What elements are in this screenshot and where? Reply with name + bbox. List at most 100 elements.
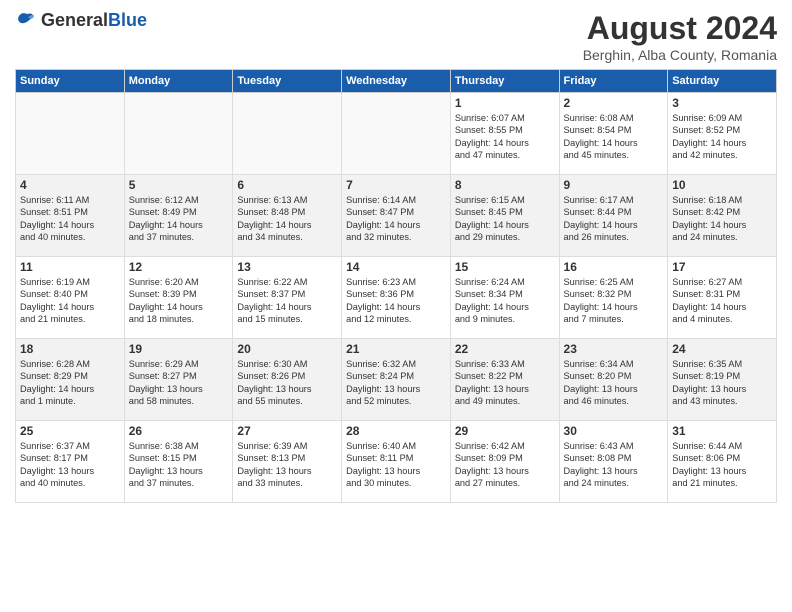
day-number: 17 bbox=[672, 260, 772, 274]
calendar-cell: 30 Sunrise: 6:43 AMSunset: 8:08 PMDayligh… bbox=[559, 421, 668, 503]
calendar-cell: 25 Sunrise: 6:37 AMSunset: 8:17 PMDayligh… bbox=[16, 421, 125, 503]
week-row-4: 18 Sunrise: 6:28 AMSunset: 8:29 PMDayligh… bbox=[16, 339, 777, 421]
day-info: Sunrise: 6:29 AMSunset: 8:27 PMDaylight:… bbox=[129, 358, 229, 408]
day-number: 30 bbox=[564, 424, 664, 438]
day-number: 12 bbox=[129, 260, 229, 274]
calendar-cell: 2Sunrise: 6:08 AMSunset: 8:54 PMDaylight… bbox=[559, 93, 668, 175]
logo-text: General Blue bbox=[41, 11, 147, 31]
calendar-cell: 19Sunrise: 6:29 AMSunset: 8:27 PMDayligh… bbox=[124, 339, 233, 421]
logo-blue: Blue bbox=[108, 11, 147, 31]
week-row-2: 4 Sunrise: 6:11 AMSunset: 8:51 PMDaylight… bbox=[16, 175, 777, 257]
day-number: 1 bbox=[455, 96, 555, 110]
calendar-cell bbox=[342, 93, 451, 175]
month-title: August 2024 bbox=[583, 10, 777, 47]
week-row-5: 25 Sunrise: 6:37 AMSunset: 8:17 PMDayligh… bbox=[16, 421, 777, 503]
calendar-cell: 24 Sunrise: 6:35 AMSunset: 8:19 PMDayligh… bbox=[668, 339, 777, 421]
calendar-cell: 23 Sunrise: 6:34 AMSunset: 8:20 PMDayligh… bbox=[559, 339, 668, 421]
day-number: 29 bbox=[455, 424, 555, 438]
header: General Blue August 2024 Berghin, Alba C… bbox=[15, 10, 777, 63]
calendar-cell: 5 Sunrise: 6:12 AMSunset: 8:49 PMDaylight… bbox=[124, 175, 233, 257]
page-container: General Blue August 2024 Berghin, Alba C… bbox=[0, 0, 792, 511]
calendar-cell: 16 Sunrise: 6:25 AMSunset: 8:32 PMDayligh… bbox=[559, 257, 668, 339]
calendar-cell: 7 Sunrise: 6:14 AMSunset: 8:47 PMDaylight… bbox=[342, 175, 451, 257]
calendar-cell: 14Sunrise: 6:23 AMSunset: 8:36 PMDayligh… bbox=[342, 257, 451, 339]
day-info: Sunrise: 6:28 AMSunset: 8:29 PMDaylight:… bbox=[20, 358, 120, 408]
calendar-cell: 31 Sunrise: 6:44 AMSunset: 8:06 PMDayligh… bbox=[668, 421, 777, 503]
calendar-cell: 10Sunrise: 6:18 AMSunset: 8:42 PMDayligh… bbox=[668, 175, 777, 257]
calendar-cell: 11 Sunrise: 6:19 AMSunset: 8:40 PMDayligh… bbox=[16, 257, 125, 339]
day-info: Sunrise: 6:38 AMSunset: 8:15 PMDaylight:… bbox=[129, 440, 229, 490]
logo-bird-icon bbox=[15, 10, 37, 32]
day-info: Sunrise: 6:14 AMSunset: 8:47 PMDaylight:… bbox=[346, 194, 446, 244]
week-row-3: 11 Sunrise: 6:19 AMSunset: 8:40 PMDayligh… bbox=[16, 257, 777, 339]
day-number: 22 bbox=[455, 342, 555, 356]
calendar-cell bbox=[16, 93, 125, 175]
calendar-cell: 21 Sunrise: 6:32 AMSunset: 8:24 PMDayligh… bbox=[342, 339, 451, 421]
calendar-cell: 13Sunrise: 6:22 AMSunset: 8:37 PMDayligh… bbox=[233, 257, 342, 339]
day-info: Sunrise: 6:25 AMSunset: 8:32 PMDaylight:… bbox=[564, 276, 664, 326]
day-number: 4 bbox=[20, 178, 120, 192]
calendar-cell: 9Sunrise: 6:17 AMSunset: 8:44 PMDaylight… bbox=[559, 175, 668, 257]
day-info: Sunrise: 6:34 AMSunset: 8:20 PMDaylight:… bbox=[564, 358, 664, 408]
day-info: Sunrise: 6:42 AMSunset: 8:09 PMDaylight:… bbox=[455, 440, 555, 490]
day-number: 26 bbox=[129, 424, 229, 438]
day-info: Sunrise: 6:19 AMSunset: 8:40 PMDaylight:… bbox=[20, 276, 120, 326]
day-info: Sunrise: 6:43 AMSunset: 8:08 PMDaylight:… bbox=[564, 440, 664, 490]
col-header-friday: Friday bbox=[559, 70, 668, 93]
calendar-cell: 20Sunrise: 6:30 AMSunset: 8:26 PMDayligh… bbox=[233, 339, 342, 421]
day-number: 3 bbox=[672, 96, 772, 110]
location: Berghin, Alba County, Romania bbox=[583, 47, 777, 63]
day-number: 2 bbox=[564, 96, 664, 110]
day-number: 23 bbox=[564, 342, 664, 356]
calendar-cell: 18 Sunrise: 6:28 AMSunset: 8:29 PMDayligh… bbox=[16, 339, 125, 421]
col-header-sunday: Sunday bbox=[16, 70, 125, 93]
title-block: August 2024 Berghin, Alba County, Romani… bbox=[583, 10, 777, 63]
day-number: 20 bbox=[237, 342, 337, 356]
calendar-cell: 4 Sunrise: 6:11 AMSunset: 8:51 PMDaylight… bbox=[16, 175, 125, 257]
col-header-tuesday: Tuesday bbox=[233, 70, 342, 93]
calendar-cell bbox=[233, 93, 342, 175]
day-info: Sunrise: 6:33 AMSunset: 8:22 PMDaylight:… bbox=[455, 358, 555, 408]
col-header-thursday: Thursday bbox=[450, 70, 559, 93]
day-info: Sunrise: 6:18 AMSunset: 8:42 PMDaylight:… bbox=[672, 194, 772, 244]
day-info: Sunrise: 6:07 AMSunset: 8:55 PMDaylight:… bbox=[455, 112, 555, 162]
day-number: 31 bbox=[672, 424, 772, 438]
day-number: 28 bbox=[346, 424, 446, 438]
day-info: Sunrise: 6:35 AMSunset: 8:19 PMDaylight:… bbox=[672, 358, 772, 408]
day-info: Sunrise: 6:37 AMSunset: 8:17 PMDaylight:… bbox=[20, 440, 120, 490]
day-info: Sunrise: 6:12 AMSunset: 8:49 PMDaylight:… bbox=[129, 194, 229, 244]
calendar-table: SundayMondayTuesdayWednesdayThursdayFrid… bbox=[15, 69, 777, 503]
day-info: Sunrise: 6:44 AMSunset: 8:06 PMDaylight:… bbox=[672, 440, 772, 490]
day-info: Sunrise: 6:13 AMSunset: 8:48 PMDaylight:… bbox=[237, 194, 337, 244]
day-info: Sunrise: 6:15 AMSunset: 8:45 PMDaylight:… bbox=[455, 194, 555, 244]
day-number: 5 bbox=[129, 178, 229, 192]
calendar-cell: 28 Sunrise: 6:40 AMSunset: 8:11 PMDayligh… bbox=[342, 421, 451, 503]
day-number: 9 bbox=[564, 178, 664, 192]
day-info: Sunrise: 6:11 AMSunset: 8:51 PMDaylight:… bbox=[20, 194, 120, 244]
calendar-cell: 1 Sunrise: 6:07 AMSunset: 8:55 PMDaylight… bbox=[450, 93, 559, 175]
col-header-wednesday: Wednesday bbox=[342, 70, 451, 93]
calendar-cell: 15Sunrise: 6:24 AMSunset: 8:34 PMDayligh… bbox=[450, 257, 559, 339]
day-info: Sunrise: 6:20 AMSunset: 8:39 PMDaylight:… bbox=[129, 276, 229, 326]
calendar-cell: 12 Sunrise: 6:20 AMSunset: 8:39 PMDayligh… bbox=[124, 257, 233, 339]
logo: General Blue bbox=[15, 10, 147, 32]
calendar-cell: 3Sunrise: 6:09 AMSunset: 8:52 PMDaylight… bbox=[668, 93, 777, 175]
day-info: Sunrise: 6:27 AMSunset: 8:31 PMDaylight:… bbox=[672, 276, 772, 326]
calendar-cell: 17 Sunrise: 6:27 AMSunset: 8:31 PMDayligh… bbox=[668, 257, 777, 339]
day-number: 11 bbox=[20, 260, 120, 274]
day-number: 14 bbox=[346, 260, 446, 274]
calendar-cell: 6Sunrise: 6:13 AMSunset: 8:48 PMDaylight… bbox=[233, 175, 342, 257]
col-header-saturday: Saturday bbox=[668, 70, 777, 93]
calendar-cell: 29 Sunrise: 6:42 AMSunset: 8:09 PMDayligh… bbox=[450, 421, 559, 503]
day-number: 21 bbox=[346, 342, 446, 356]
day-number: 13 bbox=[237, 260, 337, 274]
day-number: 16 bbox=[564, 260, 664, 274]
day-number: 7 bbox=[346, 178, 446, 192]
day-number: 18 bbox=[20, 342, 120, 356]
day-info: Sunrise: 6:32 AMSunset: 8:24 PMDaylight:… bbox=[346, 358, 446, 408]
day-number: 25 bbox=[20, 424, 120, 438]
day-number: 24 bbox=[672, 342, 772, 356]
calendar-cell bbox=[124, 93, 233, 175]
day-info: Sunrise: 6:40 AMSunset: 8:11 PMDaylight:… bbox=[346, 440, 446, 490]
header-row: SundayMondayTuesdayWednesdayThursdayFrid… bbox=[16, 70, 777, 93]
